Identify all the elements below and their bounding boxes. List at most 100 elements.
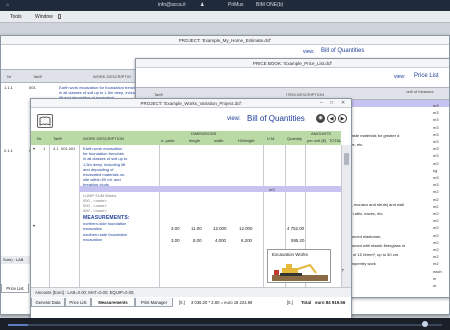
tab-print-manager[interactable]: Print Manager [135,298,173,307]
maximize-icon[interactable]: □ [330,99,333,108]
col-width: width [214,138,224,143]
app-name-a[interactable]: PriMus [228,2,244,8]
tab-bar: General Data Price List Measurements Pri… [31,298,351,308]
row2-code: 2.1.1 [4,148,13,153]
row-um: m3 [269,187,275,192]
window-works-variation[interactable]: P PROJECT: 'Example_Works_Variation_Proj… [30,98,352,323]
meas2-length[interactable]: 8.00 [193,238,202,243]
tab-general-data[interactable]: General Data [31,298,65,307]
row-bullet-icon: • [33,224,36,230]
meas1-qty: 4 752.00 [287,226,305,231]
unit-cell: m3 [433,103,439,108]
app-name-b[interactable]: BIM ONE(b) [256,2,283,8]
workspace: PROJECT: 'Example_My_Home_Estimate.dcf' … [0,23,450,330]
unit-cell: m3 [433,131,439,137]
os-topbar: ⌂ info@acca.it ♟ PriMus BIM ONE(b) [0,0,450,11]
measurement-2-desc: southern-side foundation excavation [83,232,159,242]
desc-snippet-4: lead, monaco and struts) and wall [344,202,404,207]
unit-cell: kg [433,167,438,173]
meas1-width[interactable]: 12.000 [213,226,226,231]
view-value: Bill of Quantities [321,48,365,54]
desc-snippet-7: reinforced with elastic fiberglass m [344,243,406,248]
grid-line [159,145,160,287]
unit-cell: m2 [433,261,439,267]
email-label[interactable]: info@acca.it [158,2,186,8]
meas1-height[interactable]: 12.000 [239,226,252,231]
restore-icon[interactable] [58,14,61,19]
tab-price-list-back[interactable]: Price List [1,284,29,293]
view-value: Bill of Quantities [247,114,305,123]
close-icon[interactable]: ✕ [341,99,345,108]
unit-cell: m3 [433,110,439,116]
unit-cell: m2 [433,232,439,238]
meas1-length[interactable]: 11.00 [191,226,202,231]
unit-cell: m2 [433,160,439,166]
tab-price-list[interactable]: Price List [65,298,91,307]
row-subnotes: LUMP SUM Works 000 - <none> 000 - <none> 00… [83,193,159,213]
vertical-scrollbar[interactable] [341,145,351,287]
unit-cell: m2 [433,239,439,245]
unit-cell: m2 [433,196,439,202]
summary-count: [0.] [179,300,185,305]
window-title: PROJECT: 'Example_My_Home_Estimate.dcf' [1,36,449,45]
minimize-icon[interactable]: – [320,99,323,108]
unit-cell: m3 [433,124,439,130]
unit-cell: m3 [433,153,439,159]
back-icon[interactable]: ◀ [327,114,336,123]
col-tariff: Tariff [33,74,42,79]
highlight-row[interactable] [79,186,341,192]
tab-measurements[interactable]: Measurements [91,298,135,307]
col-desc: ITEM DESCRIPTION [286,92,325,97]
unit-cell: m3 [433,175,439,181]
unit-cell: m2 [433,225,439,231]
col-tariff: Tariff [53,136,62,141]
measurement-line: excavation [83,226,103,231]
col-unit: unit of measure [406,89,434,94]
row-number: 1 [43,146,46,151]
menu-tools[interactable]: Tools [10,14,22,20]
row-expand-icon[interactable]: ▾ [33,146,35,151]
measurement-line: excavation [83,237,103,242]
unit-cell: m2 [433,254,439,260]
scroll-up-icon[interactable]: ⤒ [342,268,344,273]
meas1-parts[interactable]: 3.00 [171,226,180,231]
measurement-1-desc: northern-side foundation excavation [83,221,159,231]
col-total: TOTAL [329,138,342,143]
col-nr: Nr [7,74,12,79]
col-length: length [189,138,200,143]
summary-count-2: [0.] [287,300,293,305]
amounts-status: Amounts [Euro] : LAB=0.00; MAT=0.00; EQU… [31,287,351,297]
unit-cell: m2 [433,211,439,217]
status-left: Sum) : LAB [1,256,31,264]
view-label: view: [394,74,406,80]
col-tariff: Tariff [154,92,163,97]
row1-no: 001 [29,85,36,90]
forward-icon[interactable]: ▶ [338,114,347,123]
meas2-width[interactable]: 4.000 [215,238,226,243]
menu-window[interactable]: Window [35,14,53,20]
scroll-thumb[interactable] [344,153,349,165]
playback-bar[interactable] [0,318,450,330]
row-description: Earth work excavation for foundation tren… [83,146,159,188]
dims-header: DIMENSIONS [191,131,217,136]
home-icon[interactable]: ⌂ [6,2,9,8]
eye-icon[interactable]: ◉ [316,114,325,123]
thumbnail-panel[interactable]: Excavation Works [267,249,331,283]
unit-cell: m [433,275,437,281]
user-icon: ♟ [200,2,205,8]
meas2-height[interactable]: 6.200 [241,238,252,243]
book-icon[interactable] [37,114,53,128]
grid-line [263,145,264,287]
unit-cell: m3 [433,117,439,123]
col-height: H/Weight [238,138,255,143]
timeline-track[interactable] [8,324,442,326]
col-work: WORK DESCRIPTIO [93,74,132,79]
meas2-parts[interactable]: 3.00 [171,238,180,243]
col-nr: Nr. [37,136,43,141]
amounts-header: AMOUNTS [311,131,331,136]
window-title: PRICE BOOK: 'Example_Price_List.dcf' [136,59,449,68]
volume-icon[interactable] [422,321,428,327]
excavator-image [272,263,328,281]
grid-line [49,145,50,287]
desc-snippet-8: ngth of 15 N/mm², up to 50 cm. [344,252,400,257]
